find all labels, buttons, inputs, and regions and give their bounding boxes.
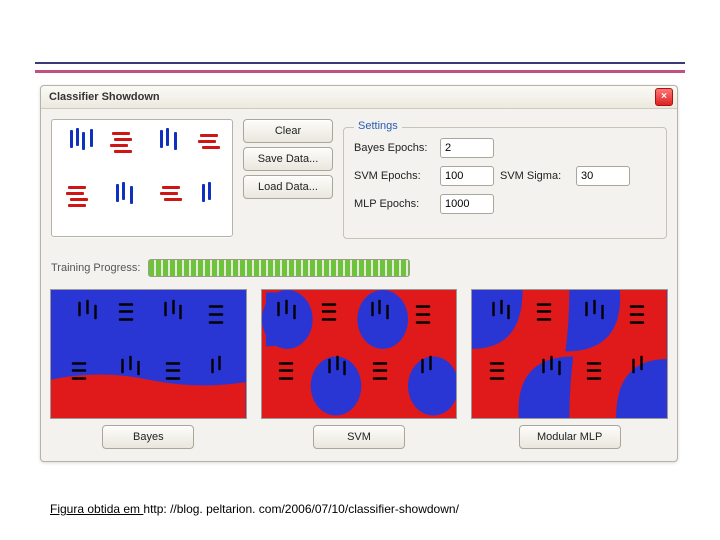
- svm-epochs-input[interactable]: [440, 166, 494, 186]
- load-data-button[interactable]: Load Data...: [243, 175, 333, 199]
- bayes-button[interactable]: Bayes: [102, 425, 194, 449]
- settings-legend: Settings: [354, 120, 402, 132]
- slide-divider: [35, 62, 685, 73]
- mlp-column: Modular MLP: [472, 289, 667, 449]
- canvas-buttons: Clear Save Data... Load Data...: [243, 119, 333, 199]
- svm-sigma-input[interactable]: [576, 166, 630, 186]
- save-data-button[interactable]: Save Data...: [243, 147, 333, 171]
- bayes-epochs-input[interactable]: [440, 138, 494, 158]
- mlp-canvas: [471, 289, 668, 419]
- bayes-epochs-label: Bayes Epochs:: [354, 142, 434, 154]
- svm-regions: [262, 290, 457, 418]
- progress-label: Training Progress:: [51, 262, 140, 274]
- svm-column: SVM: [262, 289, 457, 449]
- svm-sigma-label: SVM Sigma:: [500, 170, 570, 182]
- mlp-epochs-label: MLP Epochs:: [354, 198, 434, 210]
- svm-epochs-label: SVM Epochs:: [354, 170, 434, 182]
- progress-row: Training Progress:: [51, 259, 667, 277]
- svm-canvas: [261, 289, 458, 419]
- svm-button[interactable]: SVM: [313, 425, 405, 449]
- footnote: Figura obtida em http: //blog. peltarion…: [50, 502, 459, 516]
- modular-mlp-button[interactable]: Modular MLP: [519, 425, 621, 449]
- bayes-column: Bayes: [51, 289, 246, 449]
- top-row: Clear Save Data... Load Data... Settings…: [51, 119, 667, 239]
- footnote-prefix: Figura obtida em: [50, 502, 143, 516]
- footnote-url: http: //blog. peltarion. com/2006/07/10/…: [143, 502, 459, 516]
- progress-bar: [148, 259, 410, 277]
- results-row: Bayes: [51, 289, 667, 449]
- settings-group: Settings Bayes Epochs: SVM Epochs: SVM S…: [343, 127, 667, 239]
- training-canvas[interactable]: [51, 119, 233, 237]
- mlp-epochs-input[interactable]: [440, 194, 494, 214]
- window-title: Classifier Showdown: [49, 91, 160, 103]
- window-titlebar: Classifier Showdown ×: [41, 86, 677, 109]
- window-content: Clear Save Data... Load Data... Settings…: [41, 109, 677, 461]
- clear-button[interactable]: Clear: [243, 119, 333, 143]
- bayes-canvas: [50, 289, 247, 419]
- close-icon[interactable]: ×: [655, 88, 673, 106]
- classifier-window: Classifier Showdown ×: [40, 85, 678, 462]
